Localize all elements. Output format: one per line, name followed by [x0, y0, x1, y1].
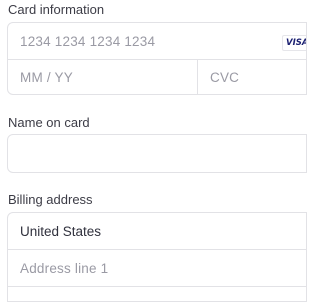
card-number-placeholder: 1234 1234 1234 1234	[20, 33, 156, 49]
billing-address-group: United States Address line 1	[7, 212, 307, 302]
card-number-field[interactable]: 1234 1234 1234 1234 VISA	[8, 23, 306, 59]
expiry-field[interactable]: MM / YY	[8, 60, 197, 95]
card-information-label: Card information	[8, 2, 105, 17]
name-on-card-label: Name on card	[8, 115, 90, 130]
visa-icon: VISA	[282, 35, 306, 51]
country-value: United States	[20, 223, 102, 239]
billing-field-divider-2	[8, 286, 306, 287]
address-line1-field[interactable]: Address line 1	[8, 250, 306, 286]
name-on-card-input[interactable]	[7, 134, 307, 173]
cvc-field[interactable]: CVC	[198, 60, 308, 95]
cvc-placeholder: CVC	[210, 70, 240, 85]
card-information-group: 1234 1234 1234 1234 VISA MM / YY CVC	[7, 22, 307, 95]
billing-address-label: Billing address	[8, 192, 93, 207]
address-line1-placeholder: Address line 1	[20, 260, 109, 276]
expiry-placeholder: MM / YY	[20, 70, 73, 85]
country-select[interactable]: United States	[8, 213, 306, 249]
